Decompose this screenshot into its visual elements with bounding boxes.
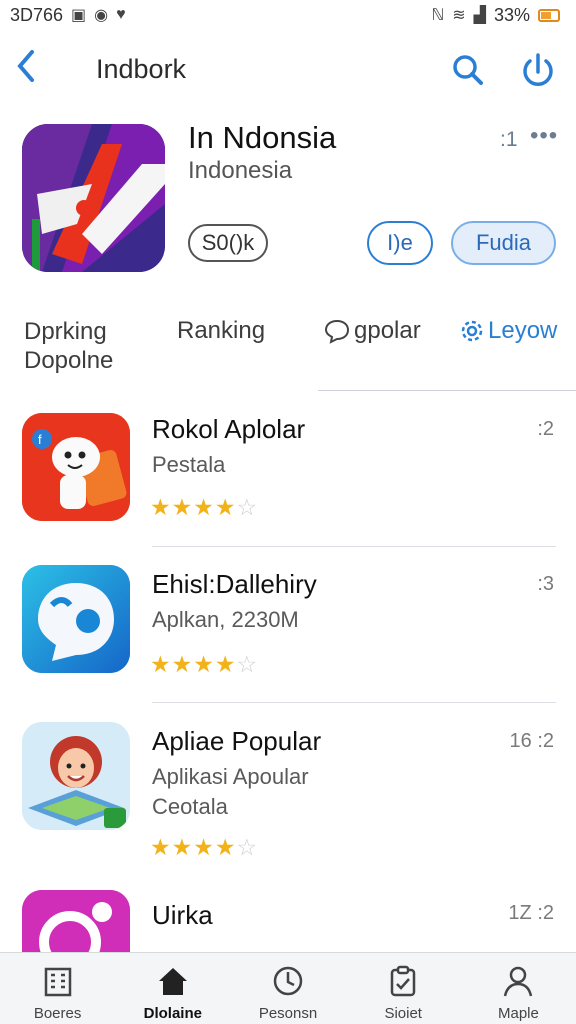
secondary-action-button[interactable]: I)e — [367, 221, 433, 265]
battery-icon — [538, 8, 560, 22]
list-divider — [152, 702, 556, 703]
tab-popular[interactable]: gpolar — [324, 317, 421, 345]
app-category: Ceotala — [152, 794, 228, 819]
app-icon-avatar — [22, 722, 130, 830]
star-icon: ★★★★ — [150, 834, 237, 860]
back-chevron-icon[interactable] — [14, 48, 50, 88]
tabbar-label: Boeres — [33, 1005, 82, 1022]
navigation-bar: Indbork — [0, 38, 576, 98]
star-icon: ☆ — [236, 834, 259, 860]
list-item[interactable]: Ehisl:Dallehiry Aplkan, 2230M :3 ★★★★☆ — [0, 565, 576, 685]
featured-app-icon[interactable] — [22, 124, 165, 272]
clipboard-icon — [390, 965, 416, 997]
star-icon: ☆ — [236, 494, 259, 520]
tabbar-label: Maple — [497, 1005, 539, 1022]
sync-icon: ◉ — [94, 7, 109, 24]
tabbar-item-maple[interactable]: Maple — [461, 953, 576, 1024]
app-title: Ehisl:Dallehiry — [152, 569, 317, 599]
app-icon-music — [22, 890, 130, 952]
chat-bubble-icon — [324, 319, 350, 344]
tabbar-item-sioiet[interactable]: Sioiet — [346, 953, 461, 1024]
tab-label-line2: Dopolne — [24, 347, 114, 374]
tab-ranking-popular[interactable]: Dprking Dopolne — [24, 317, 113, 375]
tab-label: gpolar — [354, 317, 421, 344]
search-icon[interactable] — [448, 50, 488, 90]
app-title: Rokol Aplolar — [152, 414, 306, 444]
tab-label: Ranking — [177, 317, 266, 344]
app-meta: :2 — [537, 418, 554, 440]
page-title: Indbork — [96, 54, 187, 84]
tab-label: Leyow — [488, 317, 558, 344]
list-divider — [152, 546, 556, 547]
nfc-icon: ℕ — [431, 7, 445, 24]
star-rating: ★★★★☆ — [150, 651, 258, 678]
list-item[interactable]: f Rokol Aplolar Pestala :2 ★★★★☆ — [0, 410, 576, 530]
notification-icon: ▣ — [71, 7, 87, 24]
status-bar: 3D766 ▣ ◉ ♥ ℕ ≋ ▟ 33% — [0, 0, 576, 30]
svg-text:f: f — [38, 432, 42, 447]
rating-badge: S0()k — [188, 224, 268, 262]
status-time: 3D766 — [10, 4, 64, 25]
app-title: Uirka — [152, 900, 213, 930]
wifi-icon: ≋ — [452, 7, 466, 24]
list-item[interactable]: Apliae Popular Aplikasi Apoular Ceotala … — [0, 722, 576, 862]
person-icon — [504, 966, 533, 997]
tabbar-item-boeres[interactable]: Boeres — [0, 953, 115, 1024]
featured-app-count: :1 — [500, 128, 518, 151]
home-icon — [158, 968, 187, 995]
app-subtitle: Aplkan, 2230M — [152, 607, 299, 632]
grid-building-icon — [44, 967, 71, 997]
tabbar-label: Pesonsn — [258, 1005, 318, 1022]
app-meta: :3 — [537, 573, 554, 595]
more-options-icon[interactable]: ••• — [530, 122, 558, 150]
battery-percent: 33% — [493, 4, 530, 25]
app-icon-mascot: f — [22, 413, 130, 521]
tabs-divider — [318, 390, 576, 391]
tabbar-label: Dlolaine — [143, 1005, 202, 1022]
tab-layout[interactable]: Leyow — [460, 317, 557, 345]
power-icon[interactable] — [518, 50, 558, 90]
list-item[interactable]: Uirka 1Z :2 — [0, 890, 576, 952]
bottom-tab-bar: Boeres Dlolaine Pesonsn Sioiet Maple — [0, 952, 576, 1024]
tab-ranking[interactable]: Ranking — [177, 317, 265, 345]
app-subtitle: Aplikasi Apoular — [152, 764, 309, 789]
tabbar-item-dlolaine[interactable]: Dlolaine — [115, 953, 230, 1024]
star-icon: ☆ — [236, 651, 259, 677]
featured-app-subtitle: Indonesia — [188, 157, 293, 184]
star-icon: ★★★★ — [150, 651, 237, 677]
app-title: Apliae Popular — [152, 726, 322, 756]
location-icon: ♥ — [116, 6, 126, 23]
star-rating: ★★★★☆ — [150, 494, 258, 521]
tabbar-label: Sioiet — [384, 1005, 422, 1022]
clock-icon — [273, 966, 303, 996]
app-meta: 1Z :2 — [508, 902, 554, 924]
primary-action-button[interactable]: Fudia — [451, 221, 556, 265]
app-meta: 16 :2 — [509, 730, 554, 752]
featured-app-title: In Ndonsia — [188, 120, 337, 155]
star-rating: ★★★★☆ — [150, 834, 258, 861]
tab-label-line1: Dprking — [24, 318, 107, 345]
gear-icon — [461, 320, 483, 342]
app-icon-chat — [22, 565, 130, 673]
signal-icon: ▟ — [473, 7, 486, 24]
star-icon: ★★★★ — [150, 494, 237, 520]
tabbar-item-pesonsn[interactable]: Pesonsn — [230, 953, 345, 1024]
app-subtitle: Pestala — [152, 452, 226, 477]
